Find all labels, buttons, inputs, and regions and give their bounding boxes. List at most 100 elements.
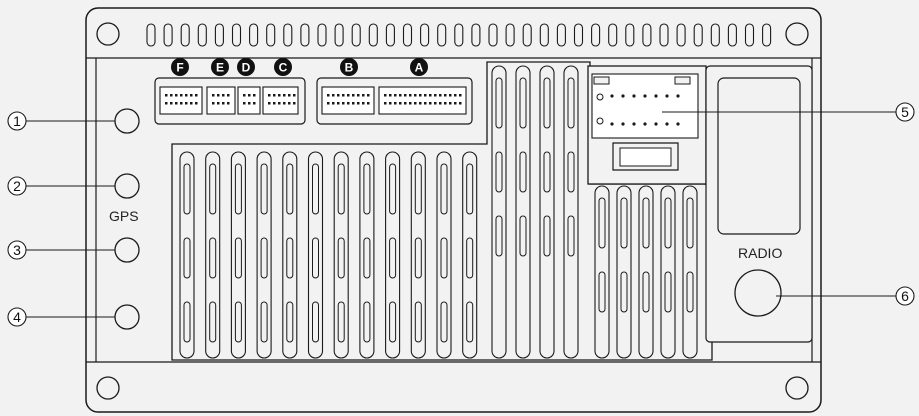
pin: [180, 94, 183, 97]
pin: [449, 94, 452, 97]
pin: [268, 102, 271, 105]
pin: [253, 94, 256, 97]
svg-text:D: D: [242, 61, 251, 75]
pin: [449, 102, 452, 105]
pin: [180, 102, 183, 105]
pin: [288, 102, 291, 105]
pin: [243, 94, 246, 97]
pin: [357, 94, 360, 97]
callout-1: 1: [7, 111, 27, 131]
svg-text:3: 3: [13, 242, 21, 258]
port-3: [114, 237, 140, 263]
pin: [665, 122, 669, 126]
pin: [293, 102, 296, 105]
heatsink-fin: [491, 65, 507, 359]
pin: [175, 102, 178, 105]
connector-badge-f: F: [171, 58, 189, 76]
pin: [337, 102, 340, 105]
pin: [632, 94, 636, 98]
pin: [632, 122, 636, 126]
heatsink-fin: [462, 151, 478, 359]
heatsink-fin: [179, 151, 195, 359]
pin: [454, 94, 457, 97]
pin: [357, 102, 360, 105]
pin: [362, 94, 365, 97]
pin: [454, 102, 457, 105]
heatsink-fin: [359, 151, 375, 359]
pin: [676, 94, 680, 98]
pin: [248, 94, 251, 97]
pin: [243, 102, 246, 105]
pin: [347, 102, 350, 105]
heatsink-fin: [282, 151, 298, 359]
callout-6: 6: [895, 286, 915, 306]
connector-badge-d: D: [237, 58, 255, 76]
svg-text:F: F: [176, 61, 183, 75]
port-2-gps: [114, 173, 140, 199]
pin: [394, 94, 397, 97]
svg-text:B: B: [345, 61, 354, 75]
pin: [389, 102, 392, 105]
pin: [253, 102, 256, 105]
pin: [429, 102, 432, 105]
pin: [367, 102, 370, 105]
pin: [165, 102, 168, 105]
pin: [217, 94, 220, 97]
pin: [342, 102, 345, 105]
pin: [227, 102, 230, 105]
pin: [654, 94, 658, 98]
pin: [654, 122, 658, 126]
svg-text:6: 6: [901, 288, 909, 304]
pin: [399, 102, 402, 105]
pin: [367, 94, 370, 97]
callout-5: 5: [895, 102, 915, 122]
callout-2: 2: [7, 176, 27, 196]
svg-text:A: A: [415, 61, 424, 75]
pin: [212, 102, 215, 105]
pin: [288, 94, 291, 97]
pin: [429, 94, 432, 97]
pin: [212, 94, 215, 97]
pin: [676, 122, 680, 126]
pin: [273, 102, 276, 105]
pin: [434, 94, 437, 97]
svg-text:4: 4: [13, 309, 21, 325]
radio-antenna-port: [734, 269, 782, 317]
pin: [332, 102, 335, 105]
connector-badge-b: B: [340, 58, 358, 76]
pin: [439, 94, 442, 97]
pin: [419, 94, 422, 97]
radio-section: [705, 65, 813, 343]
pin: [389, 94, 392, 97]
heatsink-fin: [205, 151, 221, 359]
pin: [217, 102, 220, 105]
heatsink-fin: [333, 151, 349, 359]
pin: [419, 102, 422, 105]
pin: [347, 94, 350, 97]
connector-badge-e: E: [211, 58, 229, 76]
pin: [610, 122, 614, 126]
pin: [195, 94, 198, 97]
pin: [227, 94, 230, 97]
pin: [459, 102, 462, 105]
gps-label: GPS: [109, 208, 139, 224]
connector-badge-c: C: [274, 58, 292, 76]
pin: [165, 94, 168, 97]
heatsink-fin: [539, 65, 555, 359]
pin: [352, 94, 355, 97]
pin: [283, 102, 286, 105]
pin: [293, 94, 296, 97]
pin: [278, 102, 281, 105]
pin: [352, 102, 355, 105]
pin: [424, 102, 427, 105]
connector-block-fedc: [154, 77, 306, 125]
heatsink-fin: [307, 151, 324, 359]
pin: [283, 94, 286, 97]
pin: [384, 102, 387, 105]
pin: [459, 94, 462, 97]
pin: [394, 102, 397, 105]
callout-3: 3: [7, 240, 27, 260]
pin: [185, 94, 188, 97]
pin: [222, 94, 225, 97]
pin: [362, 102, 365, 105]
